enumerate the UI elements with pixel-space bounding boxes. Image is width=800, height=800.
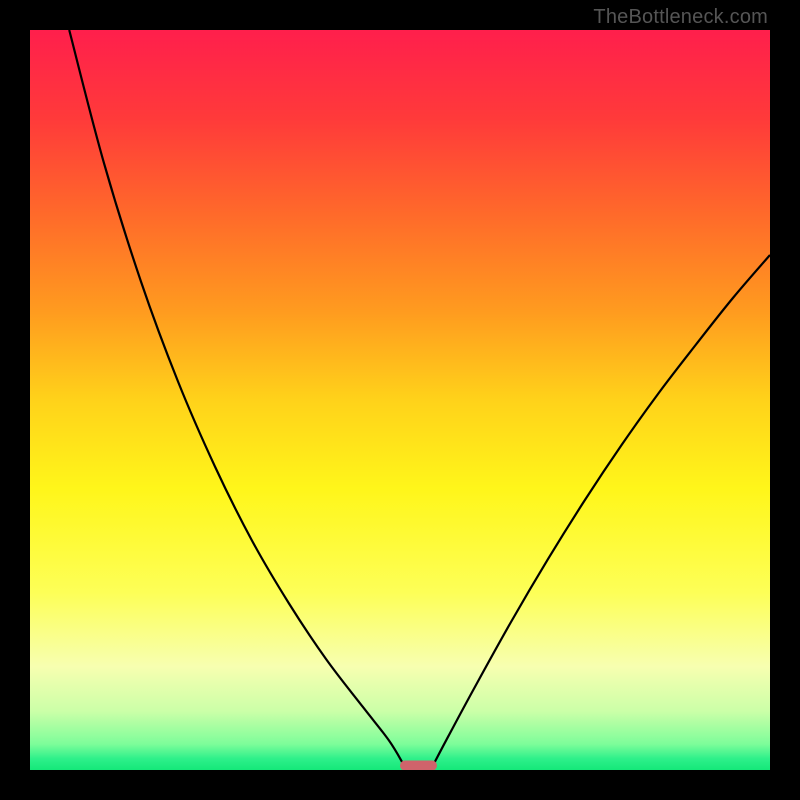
chart-container: TheBottleneck.com	[0, 0, 800, 800]
curves	[30, 30, 770, 770]
plot-area	[30, 30, 770, 770]
bottom-marker	[400, 761, 437, 770]
right-branch-curve	[433, 255, 770, 765]
left-branch-curve	[69, 30, 403, 765]
watermark-text: TheBottleneck.com	[593, 6, 768, 29]
